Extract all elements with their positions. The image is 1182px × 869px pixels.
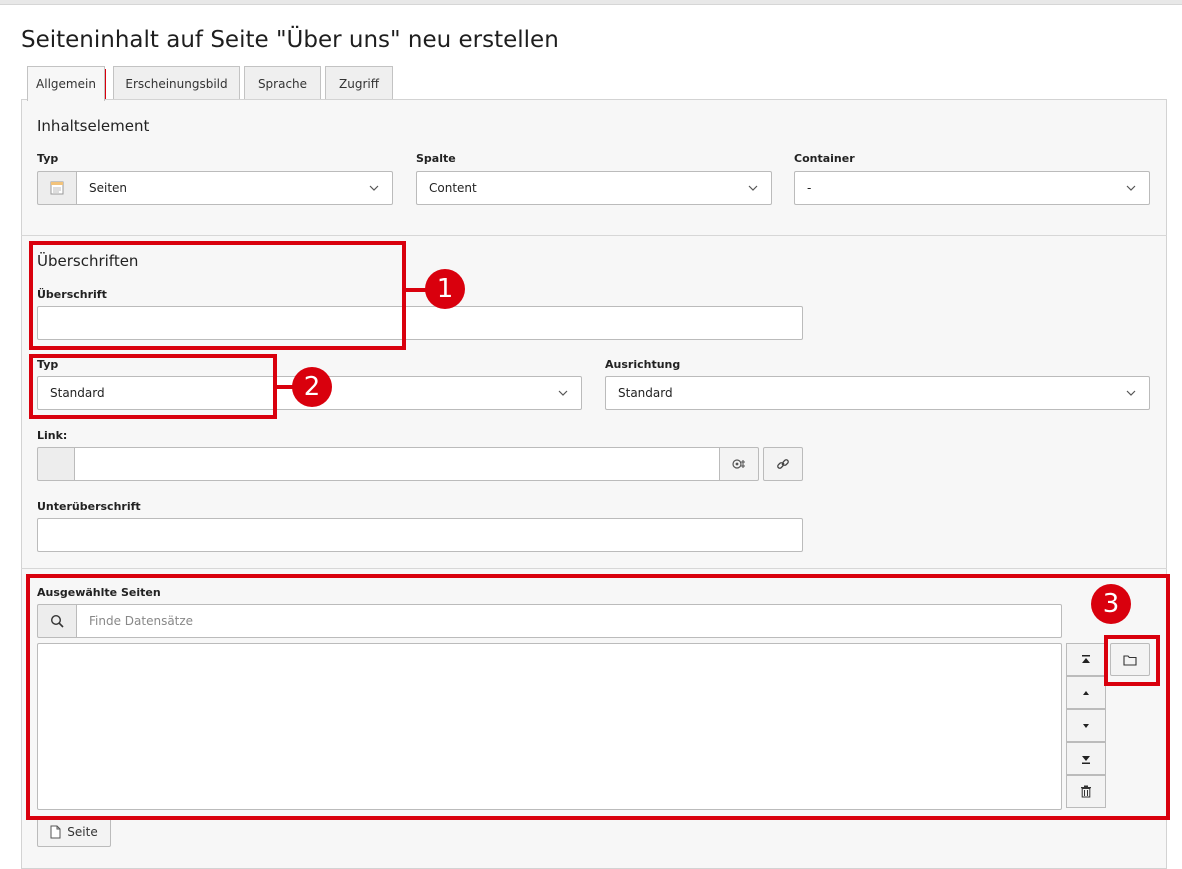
chevron-down-icon: [369, 185, 379, 191]
link-browser-button[interactable]: [763, 447, 803, 481]
page-icon: [50, 825, 61, 839]
section-divider: [21, 235, 1167, 236]
heading-type-label: Typ: [37, 358, 59, 371]
page-type-icon: [37, 171, 77, 205]
section-title-headings: Überschriften: [37, 252, 139, 270]
container-select-value: -: [807, 181, 812, 195]
section-title-content-element: Inhaltselement: [37, 117, 150, 135]
alignment-select[interactable]: Standard: [605, 376, 1150, 410]
tab-label: Sprache: [257, 76, 308, 91]
tab-label: Allgemein: [36, 77, 96, 91]
tab-label: Erscheinungsbild: [125, 76, 228, 91]
page-title: Seiteninhalt auf Seite "Über uns" neu er…: [21, 27, 559, 53]
link-label: Link:: [37, 429, 68, 442]
alignment-label: Ausrichtung: [605, 358, 681, 371]
add-page-label: Seite: [67, 825, 98, 839]
tab-erscheinungsbild[interactable]: Erscheinungsbild: [113, 66, 240, 100]
search-icon-addon: [37, 604, 77, 638]
caret-up-icon: [1083, 690, 1089, 695]
delete-button[interactable]: [1066, 775, 1106, 808]
tab-sprache[interactable]: Sprache: [244, 66, 321, 100]
subheading-label: Unterüberschrift: [37, 500, 141, 513]
link-input[interactable]: [74, 447, 720, 481]
type-select[interactable]: Seiten: [76, 171, 393, 205]
move-bottom-icon: [1082, 755, 1090, 764]
type-label: Typ: [37, 152, 59, 165]
column-select[interactable]: Content: [416, 171, 772, 205]
column-select-value: Content: [429, 181, 477, 195]
folder-icon: [1123, 654, 1137, 666]
link-type-addon: [37, 447, 75, 481]
selected-pages-label: Ausgewählte Seiten: [37, 586, 161, 599]
alignment-value: Standard: [618, 386, 673, 400]
tab-allgemein[interactable]: Allgemein: [27, 66, 105, 101]
heading-type-value: Standard: [50, 386, 105, 400]
annotation-badge-3: 3: [1091, 584, 1131, 624]
top-bar: [0, 0, 1182, 5]
tab-label: Zugriff: [339, 76, 379, 91]
column-label: Spalte: [416, 152, 456, 165]
move-to-top-button[interactable]: [1066, 643, 1106, 676]
section-divider: [21, 568, 1167, 569]
add-page-button[interactable]: Seite: [37, 817, 111, 847]
subheading-input[interactable]: [37, 518, 803, 552]
move-top-icon: [1082, 654, 1090, 663]
link-icon: [777, 459, 789, 469]
heading-input[interactable]: [37, 306, 803, 340]
link-settings-icon: [732, 459, 745, 469]
trash-icon: [1081, 785, 1091, 798]
move-to-bottom-button[interactable]: [1066, 742, 1106, 775]
heading-label: Überschrift: [37, 288, 107, 301]
browse-pages-button[interactable]: [1110, 643, 1150, 676]
records-search-input[interactable]: Finde Datensätze: [76, 604, 1062, 638]
container-label: Container: [794, 152, 855, 165]
annotation-badge-2: 2: [292, 367, 332, 407]
move-up-button[interactable]: [1066, 676, 1106, 709]
chevron-down-icon: [1126, 185, 1136, 191]
move-down-button[interactable]: [1066, 709, 1106, 742]
chevron-down-icon: [558, 390, 568, 396]
type-select-value: Seiten: [89, 181, 128, 195]
caret-down-icon: [1083, 723, 1089, 728]
search-icon: [50, 614, 64, 628]
chevron-down-icon: [748, 185, 758, 191]
chevron-down-icon: [1126, 390, 1136, 396]
annotation-badge-1: 1: [425, 269, 465, 309]
search-placeholder: Finde Datensätze: [89, 614, 194, 628]
selected-pages-list[interactable]: [37, 643, 1062, 810]
container-select[interactable]: -: [794, 171, 1150, 205]
tab-zugriff[interactable]: Zugriff: [325, 66, 393, 100]
link-options-button[interactable]: [719, 447, 759, 481]
